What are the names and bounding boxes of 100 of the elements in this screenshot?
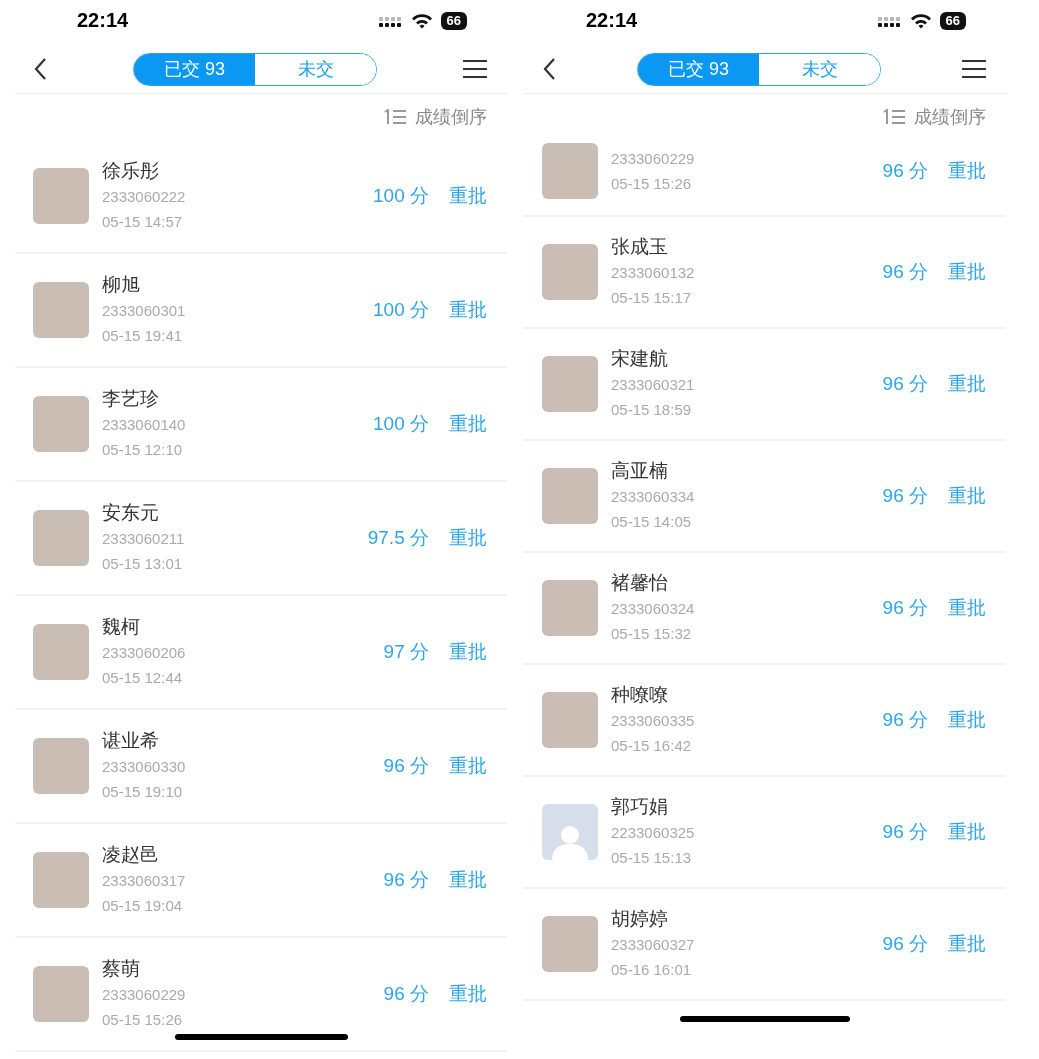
student-name: 徐乐彤 <box>102 159 160 183</box>
photo-placeholder <box>33 510 89 566</box>
regrade-button[interactable]: 重批 <box>449 525 487 551</box>
regrade-button[interactable]: 重批 <box>449 411 487 437</box>
submit-time: 05-15 19:41 <box>102 326 184 346</box>
student-id: 2333060132 <box>611 263 696 283</box>
photo-placeholder <box>33 852 89 908</box>
regrade-button[interactable]: 重批 <box>449 297 487 323</box>
student-name: 柳旭 <box>102 273 141 297</box>
submit-time: 05-15 15:13 <box>611 848 693 868</box>
score: 100 分 <box>373 298 429 322</box>
student-id: 2333060335 <box>611 711 696 731</box>
student-id: 2333060327 <box>611 935 696 955</box>
student-name: 魏柯 <box>102 615 141 639</box>
submit-time: 05-15 14:57 <box>102 212 184 232</box>
score: 96 分 <box>882 159 928 183</box>
photo-placeholder <box>542 916 598 972</box>
regrade-button[interactable]: 重批 <box>449 867 487 893</box>
regrade-button[interactable]: 重批 <box>948 931 986 957</box>
student-name: 宋建航 <box>611 347 669 371</box>
regrade-button[interactable]: 重批 <box>948 259 986 285</box>
student-id: 2333060229 <box>102 985 187 1005</box>
student-name: 凌赵邑 <box>102 843 160 867</box>
photo-placeholder <box>33 966 89 1022</box>
student-name: 高亚楠 <box>611 459 669 483</box>
regrade-button[interactable]: 重批 <box>449 639 487 665</box>
student-name: 褚馨怡 <box>611 571 669 595</box>
photo-placeholder <box>33 624 89 680</box>
regrade-button[interactable]: 重批 <box>948 483 986 509</box>
score: 96 分 <box>882 260 928 284</box>
wifi-icon <box>909 12 932 29</box>
back-icon[interactable] <box>33 57 47 81</box>
regrade-button[interactable]: 重批 <box>948 158 986 184</box>
photo-placeholder <box>542 244 598 300</box>
photo-placeholder <box>542 468 598 524</box>
score: 96 分 <box>882 708 928 732</box>
photo-placeholder <box>33 396 89 452</box>
student-name: 安东元 <box>102 501 160 525</box>
submit-time: 05-15 16:42 <box>611 736 693 756</box>
photo-placeholder <box>542 143 598 199</box>
score: 96 分 <box>383 868 429 892</box>
student-id: 2233060325 <box>611 823 696 843</box>
submit-time: 05-15 15:32 <box>611 624 693 644</box>
back-icon[interactable] <box>542 57 556 81</box>
student-name: 张成玉 <box>611 235 669 259</box>
signal-icon <box>877 16 902 27</box>
student-id: 2333060334 <box>611 487 696 507</box>
photo-placeholder <box>542 356 598 412</box>
student-name: 蔡萌 <box>102 957 141 981</box>
student-name: 胡婷婷 <box>611 907 669 931</box>
regrade-button[interactable]: 重批 <box>948 707 986 733</box>
submit-time: 05-15 13:01 <box>102 554 184 574</box>
sort-icon[interactable] <box>383 109 407 125</box>
regrade-button[interactable]: 重批 <box>449 981 487 1007</box>
segment-tab[interactable]: 已交 93 <box>134 53 255 85</box>
battery-level: 66 <box>440 11 467 30</box>
regrade-button[interactable]: 重批 <box>449 753 487 779</box>
student-id: 2333060222 <box>102 187 187 207</box>
submit-time: 05-15 12:10 <box>102 440 184 460</box>
student-id: 2333060301 <box>102 301 187 321</box>
photo-placeholder <box>33 738 89 794</box>
student-id: 2333060140 <box>102 415 187 435</box>
score: 100 分 <box>373 412 429 436</box>
student-name: 种嘹嘹 <box>611 683 669 707</box>
default-avatar <box>542 804 598 860</box>
student-id: 2333060317 <box>102 871 187 891</box>
score: 96 分 <box>882 484 928 508</box>
score: 97.5 分 <box>367 526 429 550</box>
regrade-button[interactable]: 重批 <box>948 819 986 845</box>
photo-placeholder <box>33 168 89 224</box>
wifi-icon <box>410 12 433 29</box>
submit-time: 05-15 19:10 <box>102 782 184 802</box>
segment-tab[interactable]: 已交 93 <box>638 53 759 85</box>
sort-label[interactable]: 成绩倒序 <box>914 105 986 129</box>
student-id: 2333060229 <box>611 149 696 169</box>
score: 96 分 <box>383 754 429 778</box>
submit-time: 05-16 16:01 <box>611 960 693 980</box>
student-id: 2333060211 <box>102 529 186 549</box>
submit-time: 05-15 15:26 <box>102 1010 184 1030</box>
menu-icon[interactable] <box>463 60 487 78</box>
photo-placeholder <box>33 282 89 338</box>
submit-time: 05-15 18:59 <box>611 400 693 420</box>
submit-time: 05-15 15:17 <box>611 288 693 308</box>
sort-icon[interactable] <box>882 109 906 125</box>
score: 96 分 <box>383 982 429 1006</box>
score: 96 分 <box>882 932 928 956</box>
score: 96 分 <box>882 820 928 844</box>
regrade-button[interactable]: 重批 <box>449 183 487 209</box>
status-time: 22:14 <box>586 9 638 32</box>
student-id: 2333060324 <box>611 599 696 619</box>
score: 97 分 <box>383 640 429 664</box>
menu-icon[interactable] <box>962 60 986 78</box>
regrade-button[interactable]: 重批 <box>948 371 986 397</box>
score: 96 分 <box>882 372 928 396</box>
regrade-button[interactable]: 重批 <box>948 595 986 621</box>
student-name: 郭巧娟 <box>611 795 669 819</box>
status-time: 22:14 <box>77 9 129 32</box>
score: 100 分 <box>373 184 429 208</box>
sort-label[interactable]: 成绩倒序 <box>415 105 487 129</box>
photo-placeholder <box>542 692 598 748</box>
